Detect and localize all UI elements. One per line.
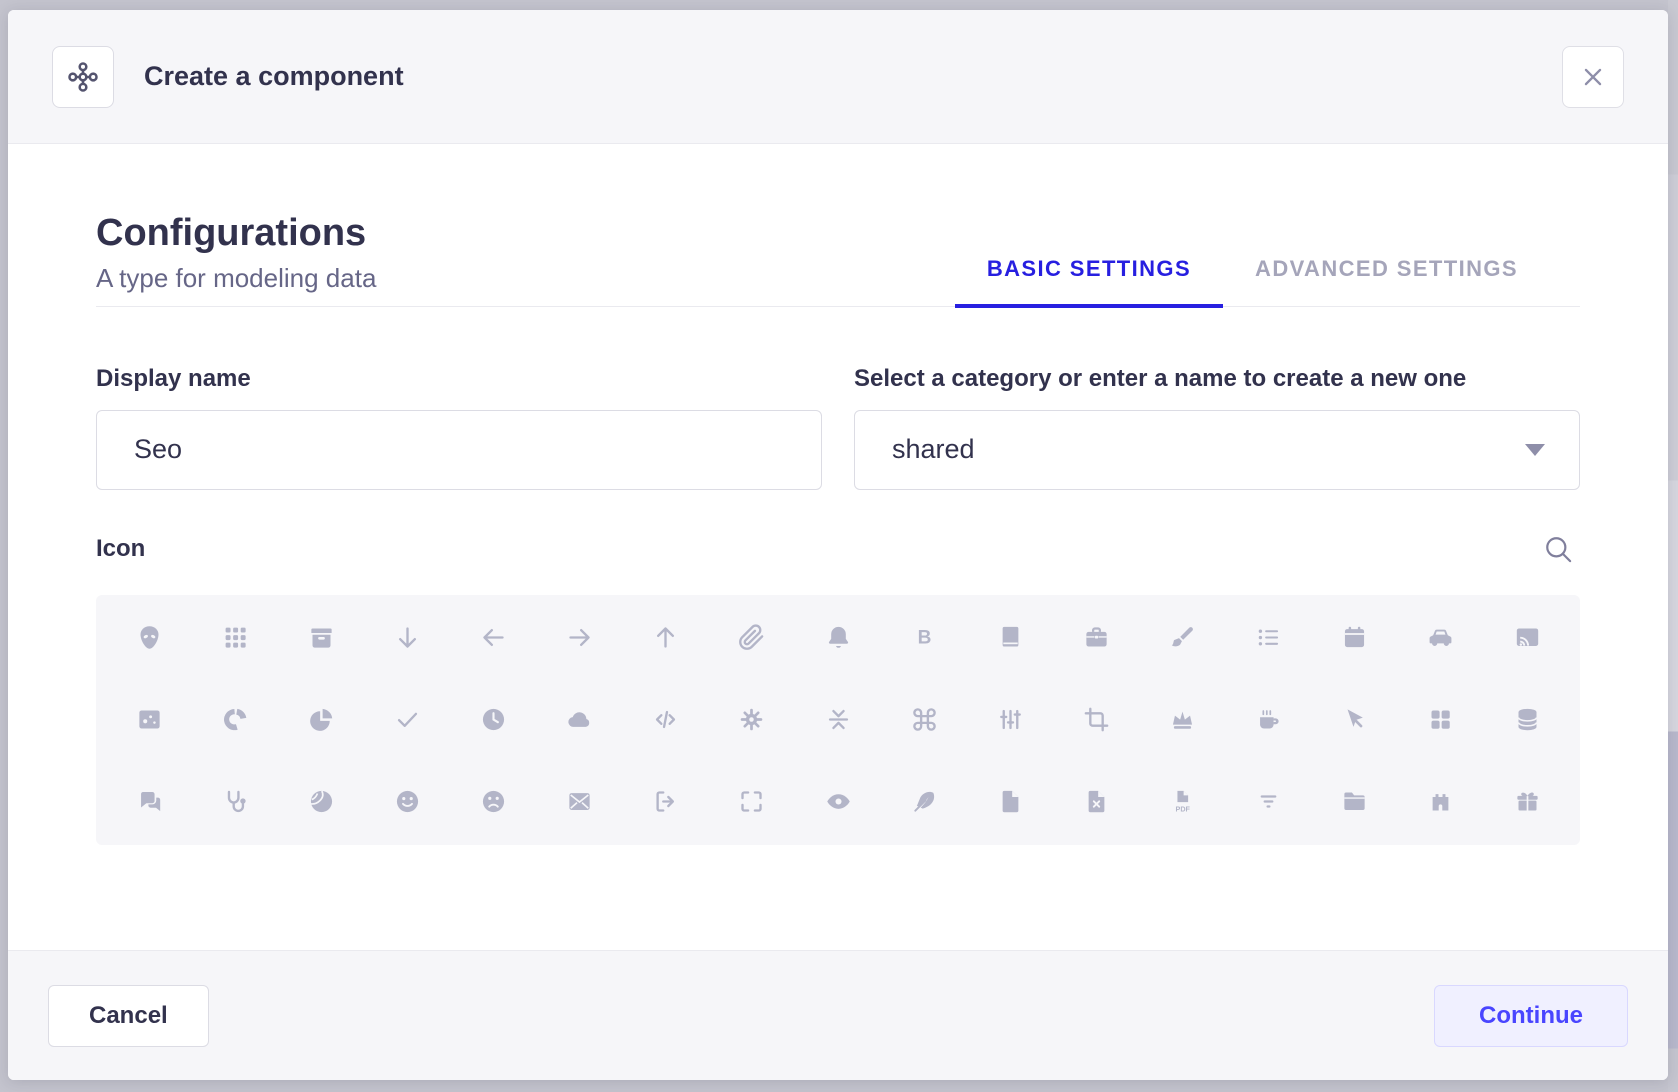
cursor-icon[interactable] [1332,697,1378,743]
dashboard-icon[interactable] [1418,697,1464,743]
collapse-icon[interactable] [815,697,861,743]
bell-icon[interactable] [815,615,861,661]
page-subtitle: A type for modeling data [96,263,376,294]
category-select[interactable]: shared [854,410,1580,490]
dialog-title: Create a component [144,61,1532,92]
folder-icon[interactable] [1332,779,1378,825]
car-icon[interactable] [1418,615,1464,661]
display-name-field: Display name [96,365,822,490]
icon-grid-row: PDF [126,761,1550,843]
briefcase-icon[interactable] [1073,615,1119,661]
archive-icon[interactable] [298,615,344,661]
alien-icon[interactable] [126,615,172,661]
tab-basic-settings[interactable]: BASIC SETTINGS [955,256,1223,306]
file-icon[interactable] [987,779,1033,825]
svg-text:B: B [917,628,931,649]
section-head: Configurations A type for modeling data … [96,212,1580,307]
arrow-up-icon[interactable] [643,615,689,661]
doctor-icon[interactable] [212,779,258,825]
close-button[interactable] [1562,46,1624,108]
arrow-right-icon[interactable] [557,615,603,661]
attachment-icon[interactable] [729,615,775,661]
crown-icon[interactable] [1160,697,1206,743]
icon-picker-section: Icon B PDF [96,534,1580,845]
exit-icon[interactable] [643,779,689,825]
filter-icon[interactable] [1246,779,1292,825]
gate-icon[interactable] [1418,779,1464,825]
check-icon[interactable] [384,697,430,743]
database-icon[interactable] [1504,697,1550,743]
form-row: Display name Select a category or enter … [96,365,1580,490]
connector-icon[interactable] [987,697,1033,743]
continue-button[interactable]: Continue [1434,985,1628,1047]
chart-bubble-icon[interactable] [126,697,172,743]
icon-search-button[interactable] [1537,534,1580,565]
cloud-icon[interactable] [557,697,603,743]
icon-grid-row: B [126,597,1550,679]
earth-icon[interactable] [298,779,344,825]
icon-grid-row [126,679,1550,761]
cast-icon[interactable] [1504,615,1550,661]
display-name-input[interactable] [96,410,822,490]
settings-tabs: BASIC SETTINGS ADVANCED SETTINGS [955,256,1550,306]
cancel-button[interactable]: Cancel [48,985,209,1047]
bold-icon[interactable]: B [901,615,947,661]
bullet-list-icon[interactable] [1246,615,1292,661]
brush-icon[interactable] [1160,615,1206,661]
file-error-icon[interactable] [1073,779,1119,825]
file-pdf-icon[interactable]: PDF [1160,779,1206,825]
chart-circle-icon[interactable] [212,697,258,743]
code-icon[interactable] [643,697,689,743]
book-icon[interactable] [987,615,1033,661]
dialog-body: Configurations A type for modeling data … [8,144,1668,950]
expand-icon[interactable] [729,779,775,825]
search-icon [1543,534,1574,565]
caret-down-icon [1525,444,1545,456]
eye-icon[interactable] [815,779,861,825]
clock-icon[interactable] [471,697,517,743]
cog-icon[interactable] [729,697,775,743]
emotion-unhappy-icon[interactable] [471,779,517,825]
icon-picker-label: Icon [96,535,145,563]
envelop-icon[interactable] [557,779,603,825]
arrow-left-icon[interactable] [471,615,517,661]
calendar-icon[interactable] [1332,615,1378,661]
category-selected-value: shared [892,434,975,465]
create-component-dialog: Create a component Configurations A type… [8,10,1668,1080]
emotion-happy-icon[interactable] [384,779,430,825]
cup-icon[interactable] [1246,697,1292,743]
page-scrollbar[interactable] [1668,0,1678,1092]
chart-pie-icon[interactable] [298,697,344,743]
category-field: Select a category or enter a name to cre… [854,365,1580,490]
feather-icon[interactable] [901,779,947,825]
dialog-header: Create a component [8,10,1668,144]
svg-text:PDF: PDF [1176,805,1191,814]
icon-grid: B PDF [96,595,1580,845]
crop-icon[interactable] [1073,697,1119,743]
command-icon[interactable] [901,697,947,743]
category-label: Select a category or enter a name to cre… [854,365,1580,393]
apps-icon[interactable] [212,615,258,661]
close-icon [1580,64,1606,90]
dialog-footer: Cancel Continue [8,950,1668,1080]
display-name-label: Display name [96,365,822,393]
page-title: Configurations [96,212,376,256]
component-icon [52,46,114,108]
tab-advanced-settings[interactable]: ADVANCED SETTINGS [1223,256,1550,306]
discuss-icon[interactable] [126,779,172,825]
gift-icon[interactable] [1504,779,1550,825]
arrow-down-icon[interactable] [384,615,430,661]
